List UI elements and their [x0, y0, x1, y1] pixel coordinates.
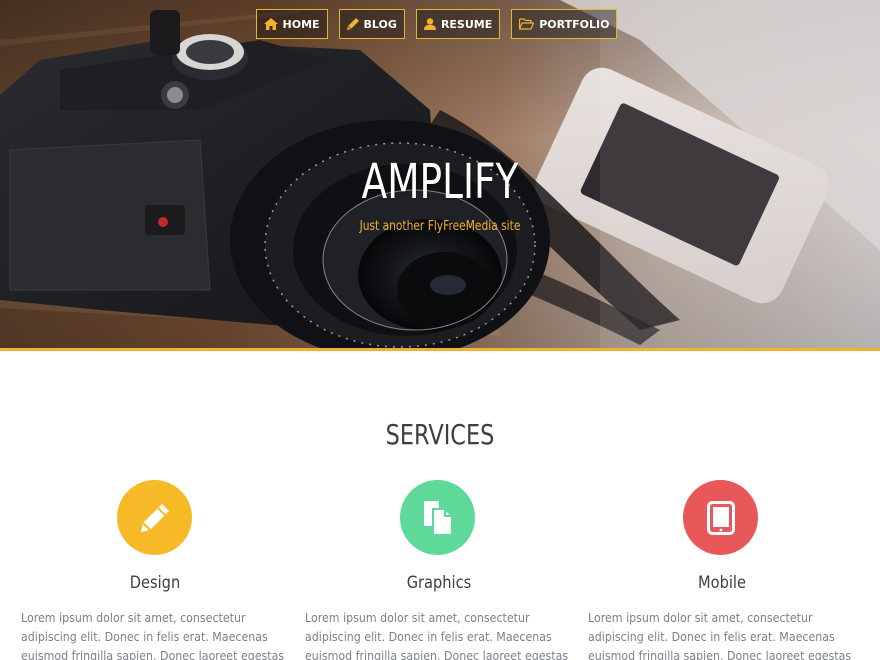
- nav-item-resume[interactable]: RESUME: [415, 9, 501, 39]
- tablet-icon: [706, 500, 735, 535]
- service-description: Lorem ipsum dolor sit amet, consectetur …: [305, 611, 569, 660]
- site-tagline: Just another FlyFreeMedia site: [359, 219, 521, 234]
- accent-divider: [0, 348, 880, 351]
- pencil-icon: [346, 18, 359, 30]
- service-icon-circle: [400, 480, 475, 555]
- site-title[interactable]: AMPLIFY: [97, 152, 783, 212]
- services-heading: SERVICES: [385, 418, 495, 451]
- service-card-graphics: Graphics Lorem ipsum dolor sit amet, con…: [305, 480, 573, 660]
- nav-item-label: PORTFOLIO: [539, 17, 610, 31]
- nav-item-portfolio[interactable]: PORTFOLIO: [511, 9, 618, 39]
- service-title: Mobile: [698, 573, 746, 593]
- service-icon-circle: [117, 480, 192, 555]
- main-navigation: HOME BLOG RESUME PORTFOLIO: [0, 9, 880, 39]
- documents-icon: [423, 500, 453, 536]
- hero-banner: HOME BLOG RESUME PORTFOLIO AMPLIFY Just …: [0, 0, 880, 348]
- user-icon: [423, 18, 436, 30]
- folder-open-icon: [519, 18, 535, 30]
- service-card-mobile: Mobile Lorem ipsum dolor sit amet, conse…: [588, 480, 856, 660]
- nav-item-label: BLOG: [363, 17, 397, 31]
- service-title: Graphics: [406, 573, 472, 593]
- nav-item-blog[interactable]: BLOG: [338, 9, 405, 39]
- nav-item-label: RESUME: [440, 17, 493, 31]
- service-icon-circle: [683, 480, 758, 555]
- service-description: Lorem ipsum dolor sit amet, consectetur …: [588, 611, 852, 660]
- home-icon: [263, 18, 278, 30]
- nav-item-home[interactable]: HOME: [255, 9, 328, 39]
- service-title: Design: [129, 573, 181, 593]
- service-card-design: Design Lorem ipsum dolor sit amet, conse…: [21, 480, 289, 660]
- pencil-icon: [140, 503, 169, 532]
- page: HOME BLOG RESUME PORTFOLIO AMPLIFY Just …: [0, 0, 880, 660]
- nav-item-label: HOME: [282, 17, 320, 31]
- service-description: Lorem ipsum dolor sit amet, consectetur …: [21, 611, 285, 660]
